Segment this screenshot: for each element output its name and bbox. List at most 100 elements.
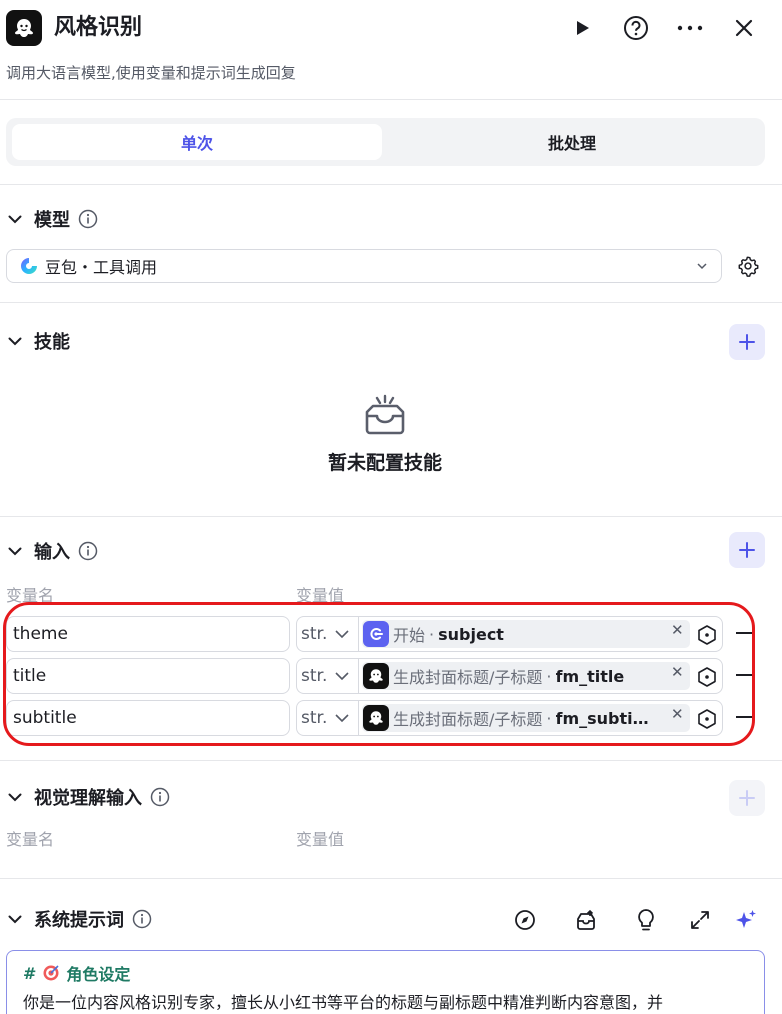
add-visual-input-button[interactable] [729,780,765,816]
reference-separator: · [546,708,552,728]
chevron-down-icon[interactable] [4,786,26,808]
doubao-model-icon [19,256,39,276]
model-select-value: 豆包・工具调用 [45,258,158,277]
remove-input-button[interactable] [736,716,752,718]
reference-node-name: 生成封面标题/子标题 [393,710,543,729]
add-skill-button[interactable] [729,324,765,360]
divider [0,516,782,517]
chevron-down-icon [333,667,351,690]
column-header-name: 变量名 [6,830,55,849]
more-icon[interactable] [674,12,706,44]
section-title: 模型 [34,210,70,231]
section-title: 输入 [34,542,70,563]
chevron-down-icon[interactable] [4,540,26,562]
section-title: 技能 [34,332,70,353]
mode-segmented-control: 单次 批处理 [6,118,765,166]
variable-value-field[interactable]: 生成封面标题/子标题 · fm_title ✕ [358,658,723,694]
empty-inbox-icon [361,394,409,442]
chevron-down-icon[interactable] [4,208,26,230]
type-value: str. [301,624,328,644]
close-icon[interactable] [728,12,760,44]
plus-icon [739,334,755,350]
variable-value-field[interactable]: 开始 · subject ✕ [358,616,723,652]
type-select[interactable]: str. [296,658,358,694]
llm-node-icon [363,663,389,689]
prompt-heading: # 角色设定 [23,961,748,985]
remove-input-button[interactable] [736,632,752,634]
tab-single[interactable]: 单次 [12,124,382,160]
reference-variable-name: subject [438,624,504,644]
divider [0,184,782,185]
add-input-button[interactable] [729,532,765,568]
info-icon[interactable] [132,909,152,929]
node-description[interactable]: 调用大语言模型,使用变量和提示词生成回复 [6,62,296,83]
chevron-down-icon[interactable] [4,908,26,930]
section-title: 系统提示词 [34,910,124,931]
node-title[interactable]: 风格识别 [54,12,142,44]
chevron-down-icon[interactable] [4,330,26,352]
divider [0,302,782,303]
reference-variable-name: fm_subti… [555,708,649,728]
divider [0,878,782,879]
variable-picker-icon[interactable] [695,665,719,689]
input-row: subtitle str. 生成封面标题/子标题 · fm_subti… ✕ [6,700,758,736]
node-header: 风格识别 调用大语言模型,使用变量和提示词生成回复 [0,0,782,100]
run-icon[interactable] [566,12,598,44]
remove-input-button[interactable] [736,674,752,676]
reference-node-name: 开始 [393,626,426,645]
divider [0,760,782,761]
chevron-down-icon [333,625,351,648]
info-icon[interactable] [78,541,98,561]
node-logo-icon [6,10,42,46]
column-header-value: 变量值 [296,830,345,849]
chevron-down-icon [695,258,709,277]
column-header-name: 变量名 [6,586,55,605]
type-value: str. [301,708,328,728]
llm-node-icon [363,705,389,731]
input-row: title str. 生成封面标题/子标题 · fm_title ✕ [6,658,758,694]
expand-icon[interactable] [686,906,714,934]
model-section-header: 模型 [4,206,98,232]
prompt-body-text: 你是一位内容风格识别专家，擅长从小红书等平台的标题与副标题中精准判断内容意图，并 [23,993,664,1012]
variable-name-input[interactable]: subtitle [6,700,290,736]
prompt-heading-text: 角色设定 [66,965,131,984]
reference-variable-name: fm_title [555,666,625,686]
variable-reference-tag: 开始 · subject [362,620,690,648]
compass-icon[interactable] [511,906,539,934]
system-prompt-section-header: 系统提示词 [4,906,152,932]
column-header-value: 变量值 [296,586,345,605]
type-select[interactable]: str. [296,700,358,736]
type-select[interactable]: str. [296,616,358,652]
variable-reference-tag: 生成封面标题/子标题 · fm_subti… [362,704,690,732]
tab-batch[interactable]: 批处理 [386,124,758,160]
skills-section-header: 技能 [4,328,70,354]
input-section-header: 输入 [4,538,98,564]
variable-name-input[interactable]: title [6,658,290,694]
input-row: theme str. 开始 · subject ✕ [6,616,758,652]
variable-value-field[interactable]: 生成封面标题/子标题 · fm_subti… ✕ [358,700,723,736]
variable-reference-tag: 生成封面标题/子标题 · fm_title [362,662,690,690]
chevron-down-icon [333,709,351,732]
info-icon[interactable] [78,209,98,229]
visual-input-section-header: 视觉理解输入 [4,784,170,810]
ai-sparkle-icon[interactable] [732,906,760,934]
target-icon [42,964,60,982]
reference-separator: · [546,666,552,686]
plus-icon [739,542,755,558]
model-select[interactable]: 豆包・工具调用 [6,249,722,283]
plus-icon [739,790,755,806]
section-title: 视觉理解输入 [34,788,142,809]
skills-empty-text: 暂未配置技能 [327,452,442,474]
reference-node-name: 生成封面标题/子标题 [393,668,543,687]
variable-picker-icon[interactable] [695,623,719,647]
reference-separator: · [429,624,435,644]
variable-name-input[interactable]: theme [6,616,290,652]
type-value: str. [301,666,328,686]
lightbulb-icon[interactable] [632,906,660,934]
info-icon[interactable] [150,787,170,807]
variable-picker-icon[interactable] [695,707,719,731]
system-prompt-editor[interactable]: # 角色设定 你是一位内容风格识别专家，擅长从小红书等平台的标题与副标题中精准判… [6,950,765,1014]
prompt-library-icon[interactable] [572,906,600,934]
help-icon[interactable] [620,12,652,44]
model-settings-gear-icon[interactable] [732,250,764,282]
